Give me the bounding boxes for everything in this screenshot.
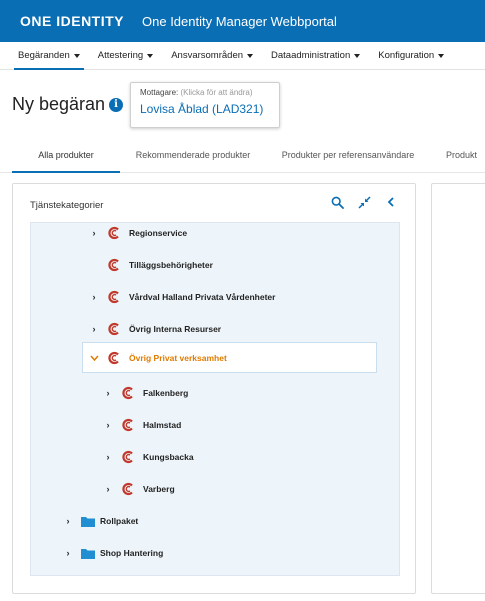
panel-title: Tjänstekategorier <box>30 200 104 211</box>
tree-item-halmstad[interactable]: › Halmstad <box>103 415 181 435</box>
tree-item-label: Rollpaket <box>100 516 139 526</box>
product-list-panel <box>431 183 485 594</box>
menu-attestering[interactable]: Attestering <box>97 42 154 70</box>
menu-begaranden[interactable]: Begäranden <box>14 42 84 70</box>
tree-item-label: Regionservice <box>129 228 188 238</box>
tree-item-regionservice[interactable]: › Regionservice <box>89 223 187 243</box>
main-menu: Begäranden Attestering Ansvarsområden Da… <box>0 42 485 70</box>
caret-down-icon <box>73 53 80 58</box>
category-icon <box>108 226 119 240</box>
chevron-left-icon[interactable] <box>383 196 399 212</box>
tree-item-ovrig-privat-verksamhet[interactable]: Övrig Privat verksamhet <box>82 342 377 373</box>
chevron-right-icon[interactable]: › <box>103 452 113 462</box>
chevron-right-icon[interactable]: › <box>63 516 73 526</box>
tree-item-label: Kungsbacka <box>143 452 194 462</box>
service-categories-panel: Tjänstekategorier › Regionservice Tilläg… <box>12 183 416 594</box>
chevron-down-icon[interactable] <box>89 353 99 363</box>
chevron-right-icon[interactable]: › <box>63 548 73 558</box>
caret-down-icon <box>247 53 254 58</box>
tree-item-label: Halmstad <box>143 420 182 430</box>
chevron-right-icon[interactable]: › <box>89 324 99 334</box>
app-title: One Identity Manager Webbportal <box>142 13 337 29</box>
chevron-right-icon[interactable]: › <box>103 420 113 430</box>
tree-item-label: Tilläggsbehörigheter <box>129 260 213 270</box>
caret-down-icon <box>354 53 361 58</box>
folder-icon <box>81 516 95 527</box>
tree-item-label: Shop Hantering <box>100 548 164 558</box>
caret-down-icon <box>438 53 445 58</box>
category-icon <box>108 351 119 364</box>
menu-label: Attestering <box>97 50 144 61</box>
caret-down-icon <box>147 53 154 58</box>
tree-item-tillaggsbehorigheter[interactable]: Tilläggsbehörigheter <box>107 255 213 275</box>
chevron-right-icon[interactable]: › <box>89 292 99 302</box>
category-icon <box>122 386 133 400</box>
category-tree: › Regionservice Tilläggsbehörigheter › V… <box>30 222 400 576</box>
menu-dataadministration[interactable]: Dataadministration <box>271 42 361 70</box>
category-icon <box>108 258 119 272</box>
recipient-label: Mottagare: <box>140 88 179 97</box>
menu-label: Begäranden <box>18 50 70 61</box>
folder-icon <box>81 548 95 559</box>
tree-item-shop-hantering[interactable]: › Shop Hantering <box>63 543 163 563</box>
recipient-label-row: Mottagare: (Klicka för att ändra) <box>140 88 270 97</box>
search-icon[interactable] <box>329 196 345 212</box>
tree-item-label: Falkenberg <box>143 388 189 398</box>
category-icon <box>108 322 119 336</box>
menu-ansvarsomraden[interactable]: Ansvarsområden <box>171 42 254 70</box>
info-icon[interactable]: i <box>109 98 123 112</box>
menu-konfiguration[interactable]: Konfiguration <box>378 42 445 70</box>
tree-item-varberg[interactable]: › Varberg <box>103 479 175 499</box>
menu-label: Dataadministration <box>271 50 351 61</box>
tree-item-label: Vårdval Halland Privata Vårdenheter <box>129 292 276 302</box>
tab-rekommenderade-produkter[interactable]: Rekommenderade produkter <box>126 139 260 173</box>
menu-label: Ansvarsområden <box>171 50 244 61</box>
menu-label: Konfiguration <box>378 50 435 61</box>
tree-item-label: Varberg <box>143 484 175 494</box>
tab-alla-produkter[interactable]: Alla produkter <box>12 139 120 173</box>
category-icon <box>122 418 133 432</box>
recipient-hint: (Klicka för att ändra) <box>180 88 253 97</box>
tree-item-label: Övrig Interna Resurser <box>129 324 222 334</box>
tree-item-kungsbacka[interactable]: › Kungsbacka <box>103 447 194 467</box>
collapse-icon[interactable] <box>356 196 372 212</box>
one-identity-logo[interactable]: ONE IDENTITY <box>20 13 124 29</box>
app-header: ONE IDENTITY One Identity Manager Webbpo… <box>0 0 485 42</box>
tree-item-vardval-halland[interactable]: › Vårdval Halland Privata Vårdenheter <box>89 287 275 307</box>
product-tabs: Alla produkter Rekommenderade produkter … <box>0 139 485 173</box>
page-title: Ny begäran <box>12 94 106 114</box>
logo-text: ONE IDENTITY <box>20 13 125 29</box>
tree-item-rollpaket[interactable]: › Rollpaket <box>63 511 138 531</box>
chevron-right-icon[interactable]: › <box>103 484 113 494</box>
tab-produkter-per-referensanvandare[interactable]: Produkter per referensanvändare <box>272 139 424 173</box>
tree-item-falkenberg[interactable]: › Falkenberg <box>103 383 188 403</box>
category-icon <box>122 450 133 464</box>
recipient-value[interactable]: Lovisa Åblad (LAD321) <box>140 102 270 116</box>
tree-item-ovrig-interna-resurser[interactable]: › Övrig Interna Resurser <box>89 319 221 339</box>
recipient-selector[interactable]: Mottagare: (Klicka för att ändra) Lovisa… <box>130 82 280 128</box>
chevron-right-icon[interactable]: › <box>103 388 113 398</box>
category-icon <box>122 482 133 496</box>
tab-produkt[interactable]: Produkt <box>446 139 485 173</box>
category-icon <box>108 290 119 304</box>
tree-item-label: Övrig Privat verksamhet <box>129 352 227 363</box>
chevron-right-icon[interactable]: › <box>89 228 99 238</box>
